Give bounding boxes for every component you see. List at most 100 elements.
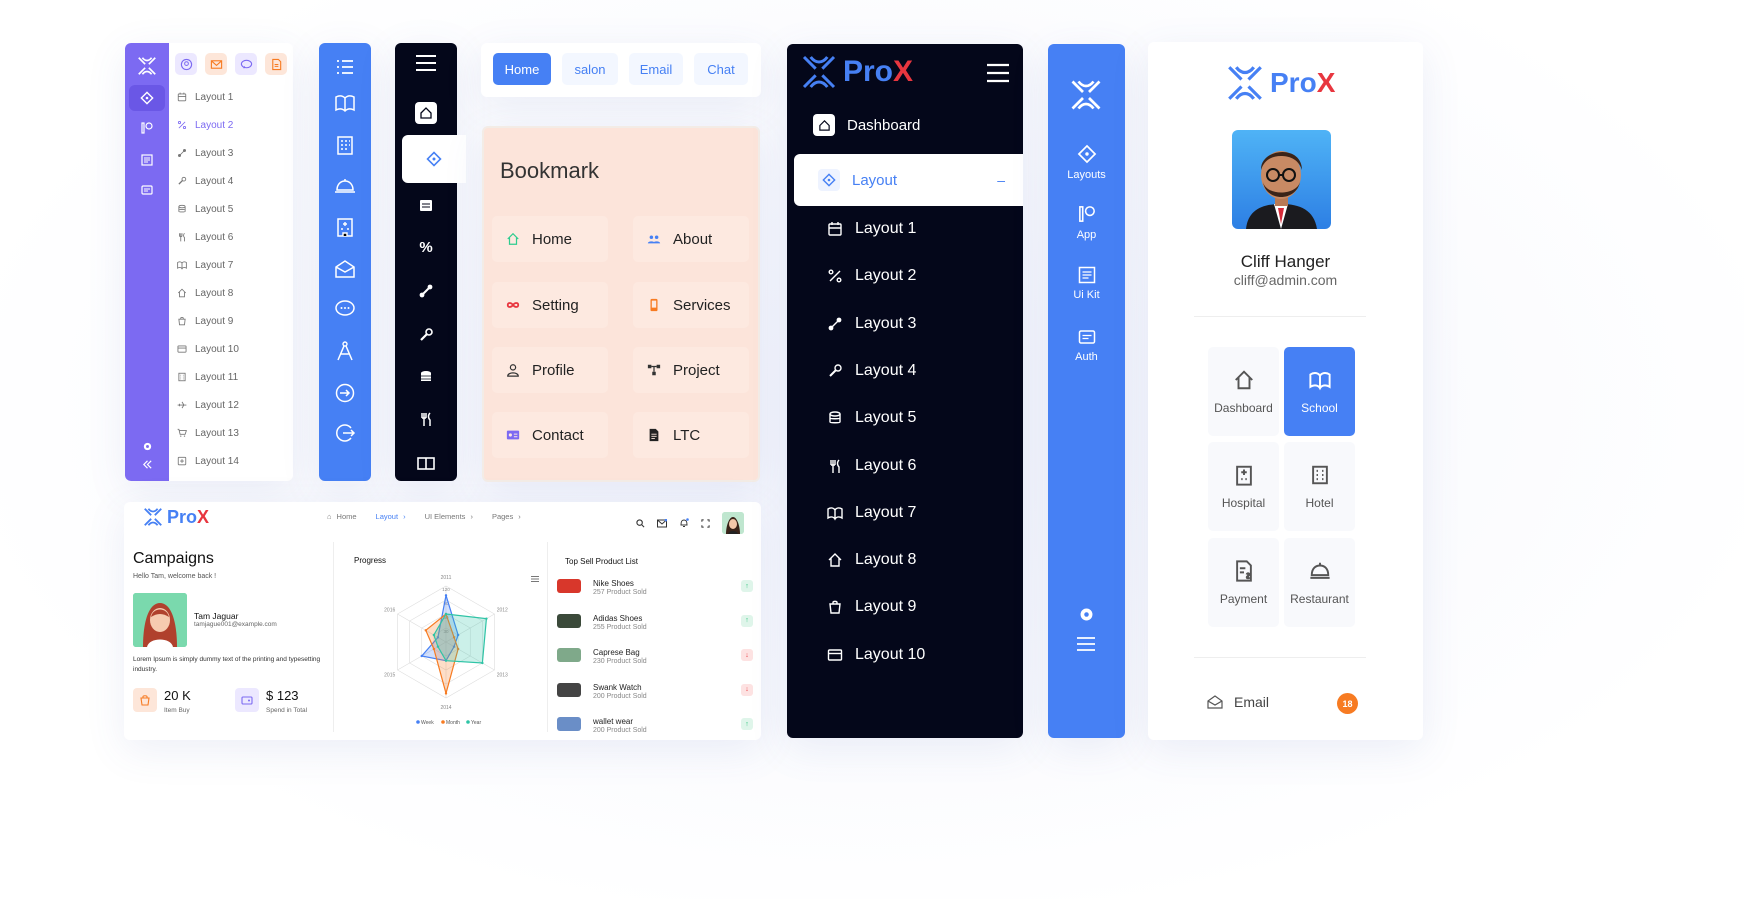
submenu-item[interactable]: Layout 8 <box>177 284 233 302</box>
tile-school[interactable]: School <box>1284 347 1355 436</box>
profile-avatar[interactable] <box>1232 130 1331 229</box>
submenu-item[interactable]: Layout 14 <box>177 452 239 470</box>
submenu-item[interactable]: Layout 7 <box>177 256 233 274</box>
submenu-item[interactable]: Layout 9 <box>177 312 233 330</box>
calendar-icon[interactable] <box>395 191 457 219</box>
tile-restaurant[interactable]: Restaurant <box>1284 538 1355 627</box>
user-circle-icon[interactable] <box>175 53 197 75</box>
tile-hotel[interactable]: Hotel <box>1284 442 1355 531</box>
mail-icon[interactable] <box>205 53 227 75</box>
file-icon[interactable] <box>265 53 287 75</box>
product-row[interactable]: Caprese Bag 230 Product Sold ↓ <box>555 644 755 674</box>
sidebar-item-layout-1[interactable]: Layout 1 <box>827 215 916 243</box>
login-icon[interactable] <box>319 379 371 407</box>
sidebar-item-layout-8[interactable]: Layout 8 <box>827 546 916 574</box>
sidebar-item-layout-10[interactable]: Layout 10 <box>827 641 925 669</box>
product-row[interactable]: Swank Watch 200 Product Sold ↓ <box>555 679 755 709</box>
rail-item-app[interactable]: App <box>1048 204 1125 241</box>
tile-payment[interactable]: Payment <box>1208 538 1279 627</box>
tile-hospital[interactable]: Hospital <box>1208 442 1279 531</box>
collapse-icon[interactable] <box>125 451 169 477</box>
avatar[interactable] <box>722 512 744 534</box>
mail-icon[interactable] <box>657 518 667 528</box>
rail-item-auth[interactable]: Auth <box>1048 328 1125 363</box>
dark-brand[interactable]: Pro X <box>799 52 913 92</box>
sidebar-item-layout-6[interactable]: Layout 6 <box>827 452 916 480</box>
submenu-item[interactable]: Layout 4 <box>177 172 233 190</box>
building-icon[interactable] <box>319 131 371 159</box>
product-row[interactable]: Nike Shoes 257 Product Sold ↑ <box>555 575 755 605</box>
nav-home[interactable]: Home <box>337 512 357 521</box>
rail-item-layouts[interactable]: Layouts <box>1048 144 1125 181</box>
compass-icon[interactable] <box>319 337 371 365</box>
active-layout-tab[interactable] <box>402 135 466 183</box>
bookmark-profile[interactable]: Profile <box>492 347 608 393</box>
chat-icon[interactable] <box>319 295 371 323</box>
book-icon[interactable] <box>319 89 371 117</box>
uikit-rail-icon[interactable] <box>125 147 169 173</box>
app-rail-icon[interactable] <box>125 115 169 141</box>
bookmark-contact[interactable]: Contact <box>492 412 608 458</box>
nav-pages[interactable]: Pages <box>492 512 513 521</box>
bookmark-project[interactable]: Project <box>633 347 749 393</box>
auth-rail-icon[interactable] <box>125 177 169 203</box>
logout-icon[interactable] <box>319 419 371 447</box>
sidebar-item-layout-9[interactable]: Layout 9 <box>827 593 916 621</box>
email-menu-item[interactable]: Email <box>1207 694 1269 710</box>
submenu-item[interactable]: Layout 3 <box>177 144 233 162</box>
link-icon[interactable] <box>395 277 457 305</box>
cutlery-icon[interactable] <box>395 405 457 433</box>
sidebar-item-dashboard[interactable]: Dashboard <box>813 114 920 136</box>
bookmark-ltc[interactable]: LTC <box>633 412 749 458</box>
sidebar-item-layout-5[interactable]: Layout 5 <box>827 404 916 432</box>
hospital-icon[interactable] <box>319 213 371 241</box>
nav-ui-elements[interactable]: UI Elements <box>425 512 466 521</box>
hamburger-icon[interactable] <box>986 63 1010 83</box>
nav-layout[interactable]: Layout <box>376 512 399 521</box>
sidebar-item-layout-2[interactable]: Layout 2 <box>827 262 916 290</box>
sidebar-item-layout-7[interactable]: Layout 7 <box>827 499 916 527</box>
bookmark-services[interactable]: Services <box>633 282 749 328</box>
rail-item-uikit[interactable]: Ui Kit <box>1048 266 1125 301</box>
profile-brand[interactable]: Pro X <box>1224 62 1335 104</box>
fullscreen-icon[interactable] <box>701 518 710 528</box>
bell-icon[interactable] <box>679 518 689 528</box>
submenu-item[interactable]: Layout 2 <box>177 116 233 134</box>
bookmark-setting[interactable]: Setting <box>492 282 608 328</box>
sidebar-item-layout-3[interactable]: Layout 3 <box>827 310 916 338</box>
submenu-item[interactable]: Layout 10 <box>177 340 239 358</box>
percent-icon[interactable]: % <box>395 233 457 261</box>
collapse-minus-icon[interactable]: – <box>997 172 1005 188</box>
submenu-item[interactable]: Layout 12 <box>177 396 239 414</box>
product-row[interactable]: wallet wear 200 Product Sold ↑ <box>555 713 755 740</box>
gear-icon[interactable] <box>1078 606 1095 623</box>
sidebar-item-layout-4[interactable]: Layout 4 <box>827 357 916 385</box>
submenu-item[interactable]: Layout 6 <box>177 228 233 246</box>
product-row[interactable]: Adidas Shoes 255 Product Sold ↑ <box>555 610 755 640</box>
prox-logo-icon[interactable] <box>1068 77 1104 113</box>
hamburger-icon[interactable] <box>395 49 457 77</box>
book-icon[interactable] <box>395 449 457 477</box>
cloche-icon[interactable] <box>319 171 371 199</box>
submenu-item[interactable]: Layout 13 <box>177 424 239 442</box>
search-icon[interactable] <box>636 518 645 528</box>
coins-icon[interactable] <box>395 363 457 391</box>
tab-home[interactable]: Home <box>493 53 551 85</box>
tab-salon[interactable]: salon <box>562 53 618 85</box>
list-icon[interactable] <box>319 53 371 81</box>
tab-email[interactable]: Email <box>629 53 683 85</box>
mail-open-icon[interactable] <box>319 255 371 283</box>
submenu-item[interactable]: Layout 5 <box>177 200 233 218</box>
tile-dashboard[interactable]: Dashboard <box>1208 347 1279 436</box>
dashboard-brand[interactable]: Pro X <box>142 506 209 528</box>
submenu-item[interactable]: Layout 1 <box>177 88 233 106</box>
home-icon[interactable] <box>395 99 457 127</box>
layout-rail-icon[interactable] <box>129 85 165 111</box>
sidebar-item-layout-active[interactable]: Layout – <box>794 154 1023 206</box>
bookmark-home[interactable]: Home <box>492 216 608 262</box>
wrench-icon[interactable] <box>395 321 457 349</box>
submenu-item[interactable]: Layout 11 <box>177 368 238 386</box>
chat-icon[interactable] <box>235 53 257 75</box>
bookmark-about[interactable]: About <box>633 216 749 262</box>
tab-chat[interactable]: Chat <box>694 53 748 85</box>
